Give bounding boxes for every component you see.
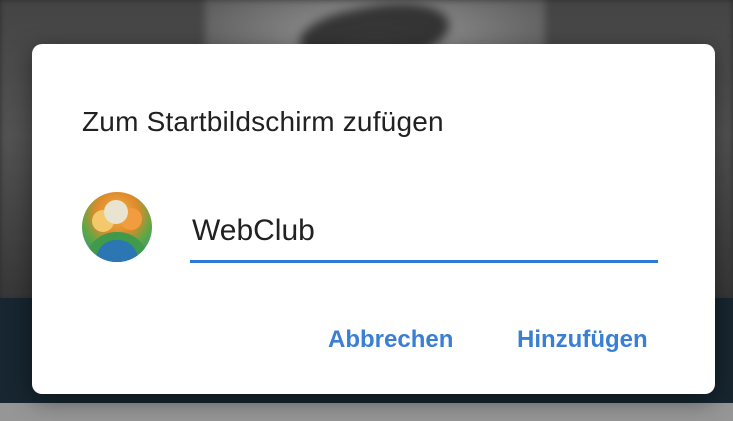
dialog-title: Zum Startbildschirm zufügen (82, 106, 444, 137)
app-name-input-underline (190, 260, 658, 263)
add-button[interactable]: Hinzufügen (513, 320, 652, 360)
app-icon-figure-head-center (104, 200, 128, 224)
app-name-input[interactable] (190, 202, 658, 260)
cancel-button[interactable]: Abbrechen (324, 320, 457, 360)
add-to-homescreen-dialog: Zum Startbildschirm zufügen Abbrechen Hi… (32, 44, 715, 394)
app-icon (82, 192, 152, 262)
screen: Zum Startbildschirm zufügen Abbrechen Hi… (0, 0, 733, 421)
